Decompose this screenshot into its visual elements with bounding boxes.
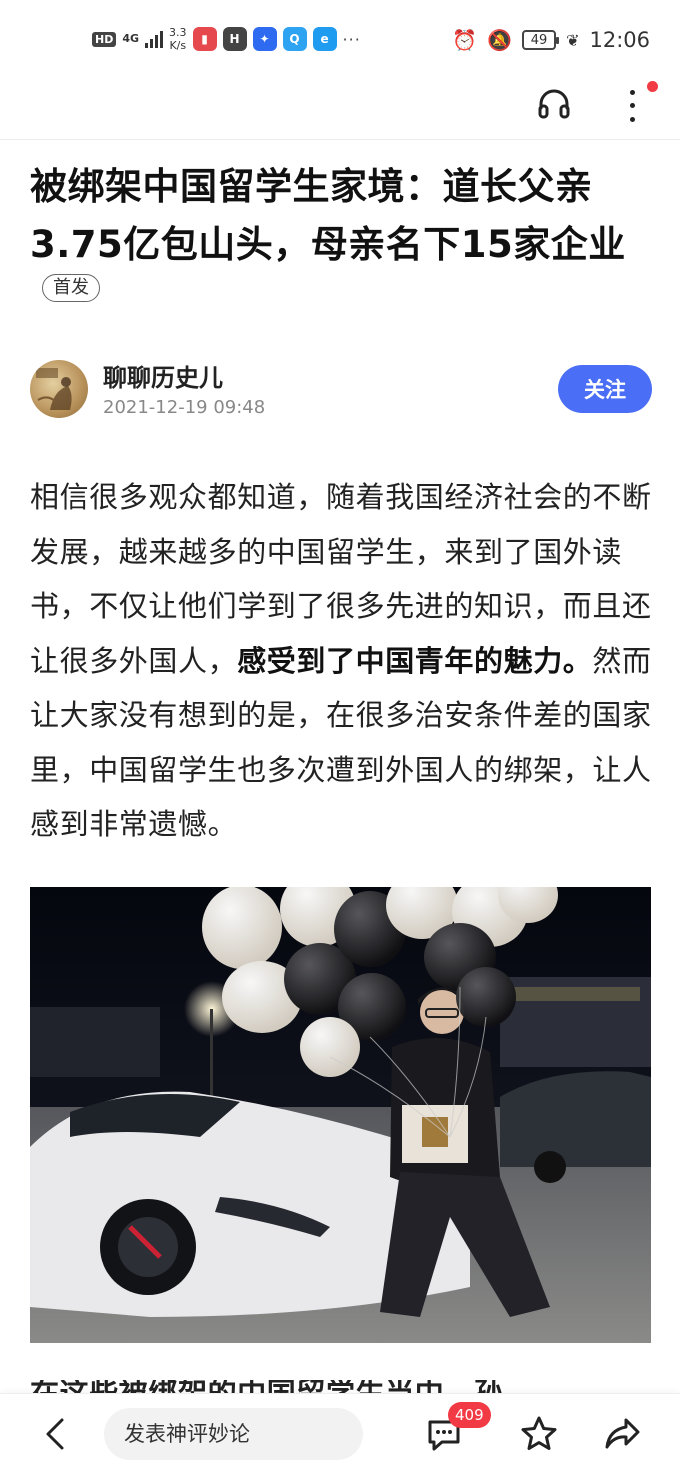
mute-bell-icon: 🔕 — [487, 28, 513, 52]
network-type: 4G — [122, 32, 140, 45]
article-image[interactable] — [30, 887, 651, 1343]
status-right: ⏰ 🔕 49 ❦ 12:06 — [452, 28, 650, 52]
leaf-icon: ❦ — [566, 30, 580, 50]
search-app-icon: Q — [282, 27, 307, 51]
bulb-app-icon: ✦ — [252, 27, 277, 51]
signal-icon — [145, 30, 164, 48]
paragraph-text-bold: 感受到了中国青年的魅力。 — [237, 643, 593, 678]
author-avatar[interactable] — [30, 360, 88, 418]
title-line-2: 3.75亿包山头，母亲名下15家企业 — [30, 223, 626, 266]
notification-dot — [647, 81, 658, 92]
status-left: HD 4G 3.3 K/s ▮ H ✦ Q e ··· — [92, 26, 361, 52]
more-notifications-icon: ··· — [342, 29, 361, 49]
more-options-icon[interactable] — [624, 86, 640, 126]
article-paragraph: 相信很多观众都知道，随着我国经济社会的不断发展，越来越多的中国留学生，来到了国外… — [30, 470, 654, 852]
star-icon[interactable] — [519, 1414, 559, 1454]
first-publish-badge: 首发 — [42, 274, 100, 302]
comment-input[interactable]: 发表神评妙论 — [104, 1408, 363, 1460]
browser-app-icon: e — [312, 27, 337, 51]
title-line-1: 被绑架中国留学生家境：道长父亲 — [30, 165, 593, 208]
back-arrow-icon[interactable] — [40, 1414, 70, 1454]
battery-icon: 49 — [522, 30, 560, 50]
clock: 12:06 — [589, 28, 650, 52]
hd-indicator: HD — [92, 31, 117, 47]
article-title: 被绑架中国留学生家境：道长父亲 3.75亿包山头，母亲名下15家企业 — [30, 158, 656, 274]
top-action-bar — [0, 78, 680, 140]
headphone-icon[interactable] — [536, 86, 572, 122]
follow-button[interactable]: 关注 — [558, 365, 652, 413]
network-speed: 3.3 K/s — [169, 26, 187, 52]
author-name[interactable]: 聊聊历史儿 — [103, 358, 223, 393]
reader-app-icon: ▮ — [192, 27, 217, 51]
huawei-app-icon: H — [222, 27, 247, 51]
share-icon[interactable] — [602, 1414, 642, 1454]
alarm-icon: ⏰ — [452, 28, 478, 52]
bottom-bar: 发表神评妙论 409 — [0, 1393, 680, 1473]
status-bar: HD 4G 3.3 K/s ▮ H ✦ Q e ··· ⏰ 🔕 49 ❦ 12:… — [0, 0, 680, 84]
comment-count-badge: 409 — [448, 1402, 491, 1428]
publish-time: 2021-12-19 09:48 — [103, 397, 266, 418]
speed-value: 3.3 — [169, 26, 187, 39]
speed-unit: K/s — [169, 39, 187, 52]
battery-level: 49 — [530, 32, 548, 48]
